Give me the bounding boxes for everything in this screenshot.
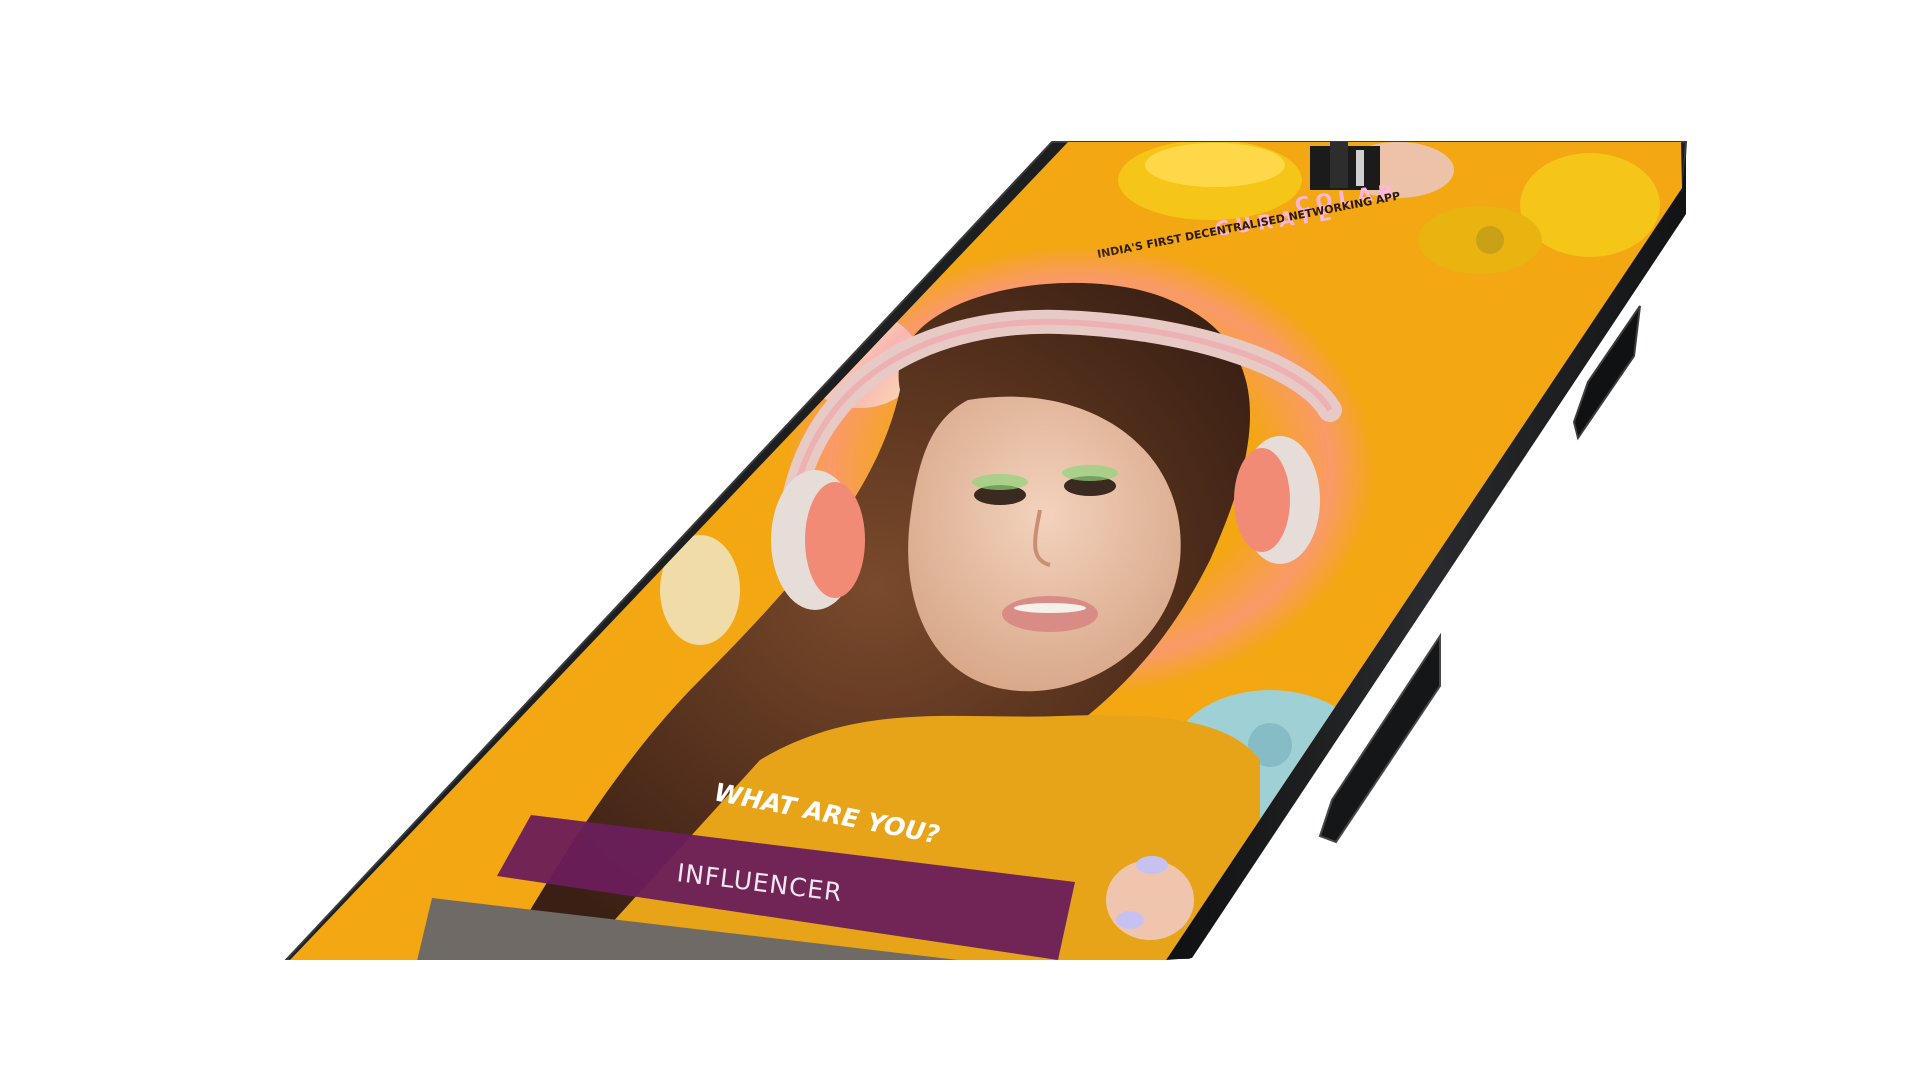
mockup-stage: COLAB CURATE INDIA'S FIRST DECENTRALISED… xyxy=(0,0,1920,1080)
bottom-crop xyxy=(0,960,1920,1080)
phone-mockup-scene: COLAB CURATE INDIA'S FIRST DECENTRALISED… xyxy=(0,141,1920,1080)
app-screen: COLAB CURATE INDIA'S FIRST DECENTRALISED… xyxy=(290,142,1682,960)
